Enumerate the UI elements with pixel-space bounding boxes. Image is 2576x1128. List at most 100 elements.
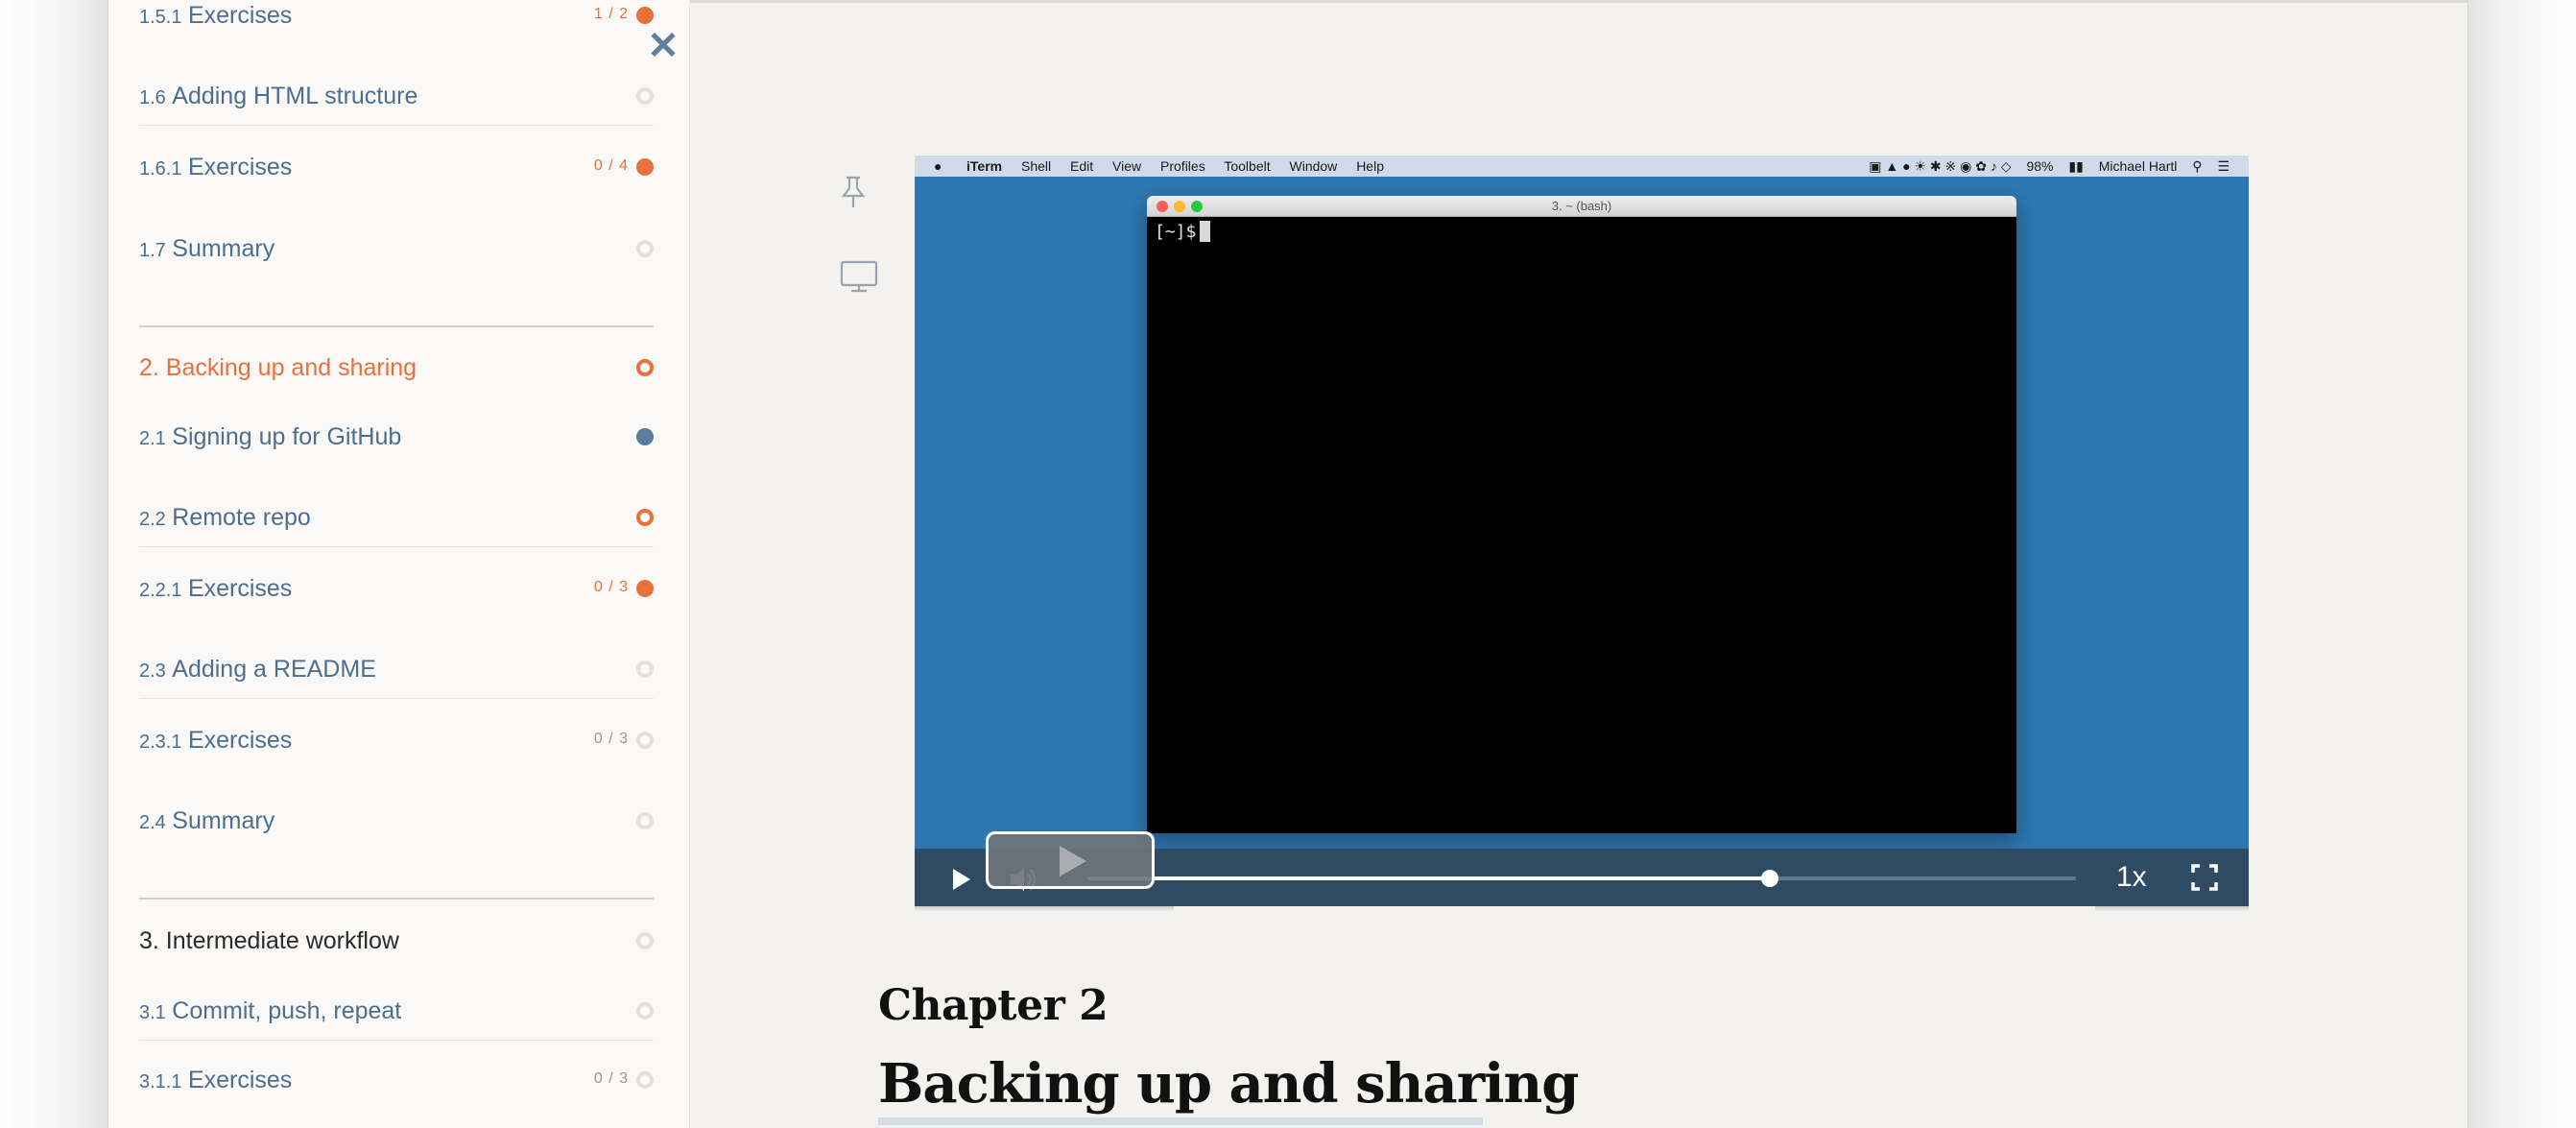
toc-divider (139, 546, 654, 547)
big-play-button[interactable] (986, 831, 1155, 889)
terminal-cursor (1200, 221, 1211, 242)
status-empty-icon (636, 1071, 654, 1089)
toc-label: Summary (172, 807, 275, 834)
toc-item-2-4[interactable]: 2.4 Summary (139, 802, 654, 840)
menu-help: Help (1356, 158, 1384, 174)
spotlight-icon: ⚲ (2192, 158, 2203, 174)
status-current-icon (636, 509, 654, 526)
chapter-divider (139, 325, 654, 327)
toc-item-2-3[interactable]: 2.3 Adding a README (139, 650, 654, 688)
progress-track[interactable] (1087, 870, 2076, 887)
toc-label: Adding a README (172, 656, 376, 683)
status-empty-icon (636, 732, 654, 749)
toc-divider (139, 1040, 654, 1041)
status-empty-icon (636, 87, 654, 105)
menubar-user: Michael Hartl (2098, 158, 2178, 174)
play-overlay-icon (1060, 846, 1086, 876)
status-filled-icon (636, 7, 654, 24)
toc-number: 3.1.1 (139, 1071, 182, 1092)
toc-number: 2.3 (139, 660, 166, 682)
toc-chapter-2[interactable]: 2. Backing up and sharing (139, 348, 654, 387)
monitor-icon[interactable] (840, 259, 878, 294)
menu-shell: Shell (1020, 158, 1052, 174)
chapter-title: Backing up and sharing (878, 1052, 1579, 1116)
toc-label: Exercises (187, 727, 293, 754)
exercise-count: 0 / 3 (593, 1070, 629, 1087)
toc-item-1-5-1[interactable]: 1.5.1 Exercises 1 / 2 (139, 0, 654, 35)
toc-label: Exercises (187, 1067, 293, 1093)
toc-divider (139, 125, 654, 126)
progress-handle[interactable] (1760, 870, 1778, 887)
toc-item-1-6[interactable]: 1.6 Adding HTML structure (139, 77, 654, 115)
toc-item-3-1-1[interactable]: 3.1.1 Exercises 0 / 3 (139, 1061, 654, 1099)
toc-number: 2.2 (139, 509, 166, 530)
status-empty-icon (636, 1002, 654, 1020)
status-empty-icon (636, 240, 654, 257)
exercise-count: 1 / 2 (593, 6, 629, 22)
page-shadow-right (2469, 0, 2576, 1128)
terminal-title: 3. ~ (bash) (1551, 199, 1612, 213)
toc-label: Commit, push, repeat (172, 997, 402, 1024)
terminal-prompt: [~]$ (1155, 221, 1211, 244)
battery-percent: 98% (2026, 158, 2054, 174)
toc-number: 1.7 (139, 240, 166, 261)
menu-toolbelt: Toolbelt (1224, 158, 1271, 174)
playback-speed-button[interactable]: 1x (2116, 849, 2147, 906)
status-empty-icon (636, 812, 654, 829)
video-player[interactable]: ● iTerm Shell Edit View Profiles Toolbel… (915, 156, 2249, 906)
play-icon (953, 869, 970, 890)
toc-label: Signing up for GitHub (172, 423, 402, 450)
toc-label: Adding HTML structure (172, 83, 418, 109)
toc-number: 2.4 (139, 812, 166, 833)
toc-chapter-3[interactable]: 3. Intermediate workflow (139, 922, 654, 960)
page-shadow-left (0, 0, 107, 1128)
toc-label: Exercises (187, 154, 293, 180)
chapter-divider (139, 898, 654, 900)
status-filled-icon (636, 580, 654, 597)
fullscreen-button[interactable] (2191, 864, 2218, 891)
status-empty-icon (636, 932, 654, 949)
apple-icon: ● (934, 158, 942, 174)
terminal-titlebar: 3. ~ (bash) (1147, 196, 2016, 217)
play-button[interactable] (943, 862, 978, 897)
toc-item-2-2[interactable]: 2.2 Remote repo (139, 498, 654, 537)
menu-profiles: Profiles (1160, 158, 1205, 174)
status-completed-icon (636, 428, 654, 445)
toc-divider (139, 698, 654, 699)
toc-item-2-2-1[interactable]: 2.2.1 Exercises 0 / 3 (139, 569, 654, 608)
toc-label: Exercises (187, 2, 293, 29)
status-filled-icon (636, 158, 654, 176)
fullscreen-icon (2191, 864, 2218, 891)
pin-icon[interactable] (840, 175, 867, 209)
toc-number: 3.1 (139, 1002, 166, 1023)
toc-item-1-6-1[interactable]: 1.6.1 Exercises 0 / 4 (139, 148, 654, 186)
toc-number: 2.3.1 (139, 732, 182, 753)
toc-label: 3. Intermediate workflow (139, 927, 399, 954)
toc-item-3-1[interactable]: 3.1 Commit, push, repeat (139, 992, 654, 1030)
toc-label: Summary (172, 235, 275, 262)
toc-item-1-7[interactable]: 1.7 Summary (139, 229, 654, 268)
exercise-count: 0 / 4 (593, 157, 629, 174)
status-empty-icon (636, 660, 654, 678)
mac-menubar: ● iTerm Shell Edit View Profiles Toolbel… (915, 156, 2249, 177)
toc-item-2-3-1[interactable]: 2.3.1 Exercises 0 / 3 (139, 721, 654, 759)
menu-app-name: iTerm (966, 158, 1003, 174)
page: ✕ 1.5.1 Exercises 1 / 2 1.6 Adding HTML … (107, 0, 2469, 1128)
toc-sidebar: ✕ 1.5.1 Exercises 1 / 2 1.6 Adding HTML … (108, 0, 690, 1128)
menubar-status-icons: ▣ ▲ ● ☀ ✱ ※ ◉ ✿ ♪ ◇ (1869, 158, 2012, 174)
menu-window: Window (1289, 158, 1338, 174)
toc-label: 2. Backing up and sharing (139, 354, 417, 381)
toc-number: 2.1 (139, 428, 166, 449)
menu-edit: Edit (1070, 158, 1094, 174)
terminal-window: 3. ~ (bash) [~]$ (1147, 196, 2016, 833)
toc-number: 2.2.1 (139, 580, 182, 601)
progress-fill (1087, 876, 1770, 880)
video-shadow (915, 906, 1174, 912)
toc-number: 1.6 (139, 87, 166, 108)
menu-view: View (1112, 158, 1142, 174)
toc-item-2-1[interactable]: 2.1 Signing up for GitHub (139, 418, 654, 456)
list-icon: ☰ (2217, 158, 2230, 174)
toc-label: Exercises (187, 575, 293, 602)
video-shadow (2095, 906, 2249, 912)
status-current-icon (636, 359, 654, 376)
